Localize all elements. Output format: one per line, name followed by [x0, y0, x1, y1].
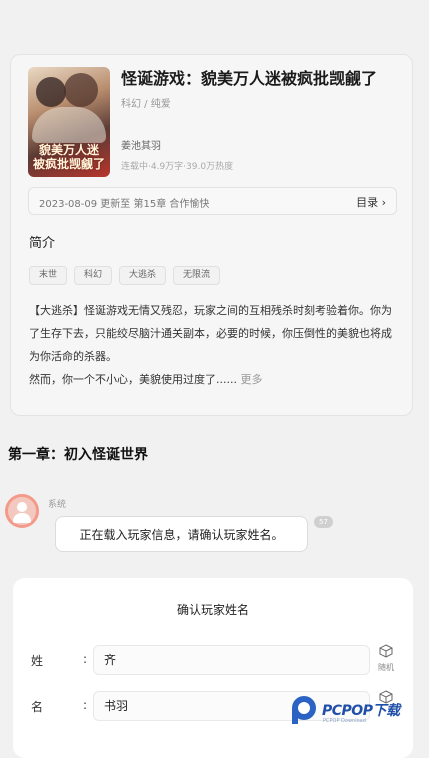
sender-name: 系统 [48, 500, 67, 510]
book-stats: 连载中·4.9万字·39.0万热度 [121, 162, 234, 172]
update-info: 2023-08-09 更新至 第15章 合作愉快 [39, 199, 210, 210]
watermark-text: PCPOP下载 [322, 703, 400, 719]
more-link[interactable]: 更多 [240, 373, 262, 386]
tag-list: 末世 科幻 大逃杀 无限流 [29, 262, 227, 285]
message-bubble: 正在载入玩家信息，请确认玩家姓名。 [55, 516, 308, 552]
comment-count-badge[interactable]: 57 [314, 516, 333, 528]
cover-figure [64, 73, 98, 107]
book-cover-image[interactable]: 貌美万人迷 被疯批觊觎了 [28, 67, 110, 177]
book-title: 怪诞游戏：貌美万人迷被疯批觊觎了 [121, 69, 378, 88]
random-surname-button[interactable]: 随机 [375, 643, 397, 673]
synopsis: 【大逃杀】怪诞游戏无情又残忍，玩家之间的互相残杀时刻考验着你。你为了生存下去，只… [29, 299, 399, 391]
synopsis-text: 然而，你一个不小心，美貌使用过度了...... [29, 373, 237, 386]
tag-item[interactable]: 大逃杀 [119, 266, 167, 285]
book-genre: 科幻 / 纯爱 [121, 99, 171, 110]
synopsis-text: 【大逃杀】怪诞游戏无情又残忍，玩家之间的互相残杀时刻考验着你。你为了生存下去，只… [29, 304, 392, 363]
book-author[interactable]: 姜池其羽 [121, 137, 161, 152]
cover-figure [32, 107, 106, 143]
cover-title-line: 被疯批觊觎了 [32, 157, 105, 171]
avatar-head [17, 502, 27, 512]
tag-item[interactable]: 末世 [29, 266, 68, 285]
tag-item[interactable]: 无限流 [173, 266, 221, 285]
intro-heading: 简介 [29, 236, 56, 251]
watermark-subtext: PCPOP Download [323, 718, 366, 724]
given-name-label: 名 [31, 700, 44, 714]
watermark-logo: PCPOP下载 PCPOP Download [290, 694, 420, 730]
surname-colon: : [83, 652, 88, 666]
cover-title: 貌美万人迷 被疯批觊觎了 [28, 143, 110, 171]
random-label: 随机 [378, 663, 394, 672]
pcpop-logo-icon [292, 696, 316, 724]
surname-label: 姓 [31, 654, 44, 668]
confirm-name-panel: 确认玩家姓名 姓 : 齐 随机 名 : 书羽 [13, 578, 413, 758]
avatar-body [13, 513, 31, 523]
chapter-title: 第一章：初入怪诞世界 [8, 447, 148, 463]
system-avatar [5, 494, 39, 528]
surname-field[interactable]: 齐 [93, 645, 370, 675]
toc-link[interactable]: 目录 › [356, 194, 386, 210]
book-card: 貌美万人迷 被疯批觊觎了 怪诞游戏：貌美万人迷被疯批觊觎了 科幻 / 纯爱 姜池… [10, 54, 413, 416]
update-bar[interactable]: 2023-08-09 更新至 第15章 合作愉快 目录 › [28, 187, 397, 215]
tag-item[interactable]: 科幻 [74, 266, 113, 285]
cover-figure [36, 77, 66, 107]
cover-title-line: 貌美万人迷 [38, 143, 99, 157]
given-name-colon: : [83, 698, 88, 712]
dice-icon [379, 644, 393, 658]
panel-title: 确认玩家姓名 [176, 603, 249, 617]
